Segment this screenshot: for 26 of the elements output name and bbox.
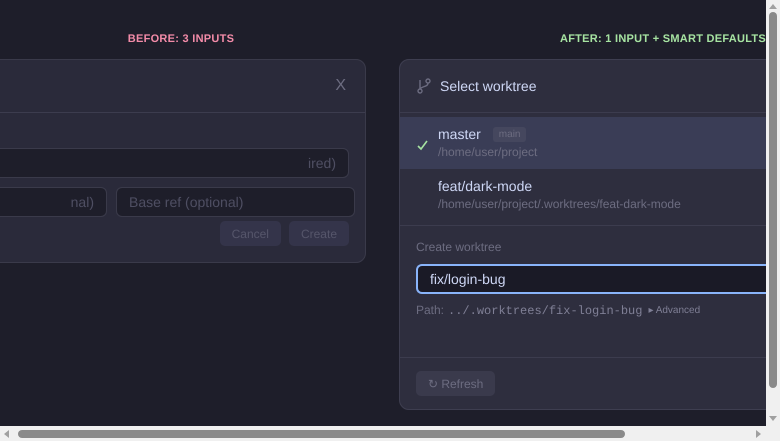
- scroll-up-icon[interactable]: [769, 4, 777, 10]
- text-input[interactable]: Base ref (optional): [116, 187, 355, 217]
- horizontal-scrollbar[interactable]: [0, 426, 780, 441]
- worktree-name: master: [438, 125, 481, 143]
- panel-title: Select worktree: [440, 76, 536, 96]
- worktree-path: /home/user/project/.worktrees/feat-dark-mode: [438, 196, 681, 213]
- branch-input[interactable]: fix/login-bug: [416, 264, 766, 294]
- advanced-toggle[interactable]: ▸ Advanced: [648, 302, 700, 318]
- worktree-name: feat/dark-mode: [438, 177, 532, 195]
- vertical-scrollbar[interactable]: [766, 0, 780, 426]
- scroll-left-icon[interactable]: [4, 430, 10, 438]
- scroll-down-icon[interactable]: [769, 416, 777, 422]
- worktree-item[interactable]: feat/dark-mode /home/user/project/.worktrees/feat-dark-mode: [400, 169, 766, 221]
- section-heading: BEFORE: 3 INPUTS: [128, 32, 234, 45]
- section-heading: AFTER: 1 INPUT + SMART DEFAULTS: [560, 32, 766, 45]
- text-input[interactable]: nal): [0, 187, 107, 217]
- branch-icon: [417, 78, 431, 94]
- scroll-right-icon[interactable]: [756, 430, 762, 438]
- close-button[interactable]: X: [335, 74, 346, 98]
- section-label: Create worktree: [416, 239, 502, 256]
- scrollbar-thumb[interactable]: [769, 12, 777, 388]
- check-icon: [417, 140, 428, 150]
- scrollbar-thumb[interactable]: [18, 430, 625, 438]
- text-input[interactable]: ired): [0, 148, 349, 178]
- path-value: ../.worktrees/fix-login-bug: [448, 302, 642, 320]
- path-label: Path:: [416, 302, 444, 318]
